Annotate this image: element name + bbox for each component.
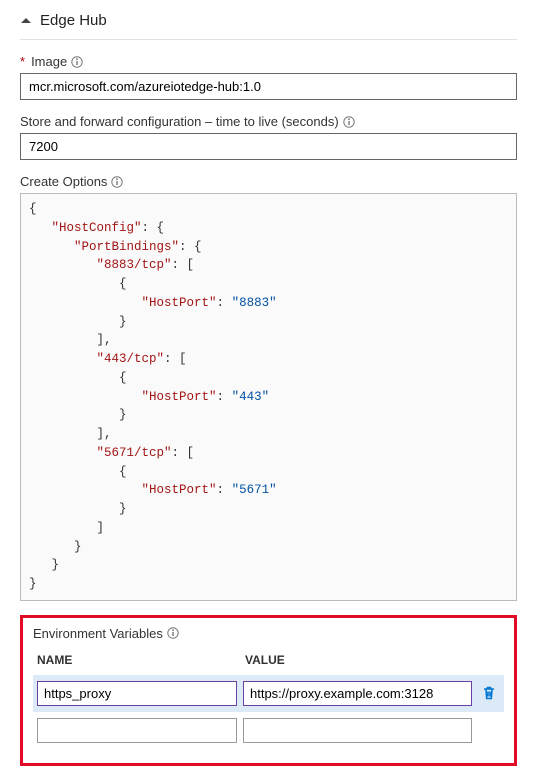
chevron-up-icon (20, 15, 32, 27)
info-icon[interactable] (343, 116, 355, 128)
env-var-value-input[interactable] (243, 718, 472, 743)
env-header-value: VALUE (245, 653, 478, 667)
image-input[interactable] (20, 73, 517, 100)
info-icon[interactable] (111, 176, 123, 188)
create-options-editor[interactable]: { "HostConfig": { "PortBindings": { "888… (20, 193, 517, 601)
section-header[interactable]: Edge Hub (20, 8, 517, 40)
env-var-name-input[interactable] (37, 681, 237, 706)
create-options-label: Create Options (20, 174, 107, 189)
env-vars-label: Environment Variables (33, 626, 163, 641)
trash-icon (481, 685, 497, 701)
env-var-name-input[interactable] (37, 718, 237, 743)
env-variables-section: Environment Variables NAME VALUE (20, 615, 517, 766)
env-var-value-input[interactable] (243, 681, 472, 706)
env-vars-table: NAME VALUE (33, 651, 504, 749)
env-var-row (33, 675, 504, 712)
image-field-group: * Image (20, 54, 517, 100)
section-title: Edge Hub (40, 12, 107, 29)
ttl-input[interactable] (20, 133, 517, 160)
info-icon[interactable] (167, 627, 179, 639)
info-icon[interactable] (71, 56, 83, 68)
delete-row-button[interactable] (478, 682, 500, 704)
create-options-group: Create Options { "HostConfig": { "PortBi… (20, 174, 517, 601)
required-asterisk: * (20, 54, 25, 69)
env-var-row (33, 712, 504, 749)
env-header-name: NAME (37, 653, 245, 667)
ttl-field-group: Store and forward configuration – time t… (20, 114, 517, 160)
image-label: Image (31, 54, 67, 69)
ttl-label: Store and forward configuration – time t… (20, 114, 339, 129)
